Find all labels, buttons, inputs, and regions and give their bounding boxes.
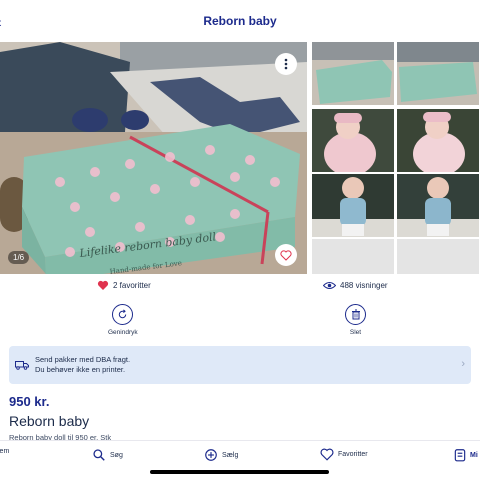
box-photo-illustration: Lifelike reborn baby doll Hand-made for … xyxy=(0,42,307,274)
trash-icon xyxy=(351,309,360,320)
listing-title: Reborn baby xyxy=(9,413,90,429)
thumbnail-photo[interactable] xyxy=(397,109,479,172)
thumbnail-photo[interactable] xyxy=(312,174,394,237)
delete-circle xyxy=(345,304,366,325)
top-bar: ‹ Reborn baby xyxy=(0,0,480,42)
nav-home[interactable]: jem xyxy=(0,448,9,455)
repost-circle xyxy=(112,304,134,325)
heart-filled-icon xyxy=(97,280,109,290)
favorite-button[interactable] xyxy=(275,244,297,266)
views-stat: 488 visninger xyxy=(323,281,388,290)
thumbnail-photo[interactable] xyxy=(312,42,394,105)
listing-screen: ‹ Reborn baby xyxy=(0,0,480,480)
thumbnail-placeholder xyxy=(397,239,479,274)
eye-icon xyxy=(323,281,336,289)
thumbnail-photo[interactable] xyxy=(397,174,479,237)
bottom-navigation: jem Søg Sælg Favoritter xyxy=(0,440,480,480)
more-options-button[interactable] xyxy=(275,53,297,75)
delete-label: Slet xyxy=(349,329,362,336)
heart-outline-icon xyxy=(320,448,334,461)
photo-gallery: Lifelike reborn baby doll Hand-made for … xyxy=(0,42,480,274)
truck-icon xyxy=(15,361,29,370)
listing-description: Reborn baby doll til 950 er. Stk xyxy=(9,433,112,440)
nav-sell[interactable]: Sælg xyxy=(204,448,238,462)
delete-button[interactable]: Slet xyxy=(345,304,366,336)
nav-favorites-label: Favoritter xyxy=(338,451,368,458)
main-photo[interactable]: Lifelike reborn baby doll Hand-made for … xyxy=(0,42,307,274)
nav-sell-label: Sælg xyxy=(222,451,239,459)
nav-my-label: Mi xyxy=(470,451,478,459)
shipping-line-1: Send pakker med DBA fragt. xyxy=(35,355,131,364)
search-icon xyxy=(93,449,105,461)
photo-counter: 1/6 xyxy=(8,251,30,264)
shipping-banner-text: Send pakker med DBA fragt. Du behøver ik… xyxy=(35,355,130,375)
refresh-icon xyxy=(119,309,127,319)
favorites-stat: 2 favoritter xyxy=(97,280,151,291)
add-circle-icon xyxy=(205,449,217,461)
nav-my[interactable]: Mi xyxy=(454,448,478,462)
nav-home-label: jem xyxy=(0,448,10,455)
nav-search-label: Søg xyxy=(110,451,123,459)
repost-label: Genindryk xyxy=(108,329,138,336)
views-count: 488 visninger xyxy=(340,280,388,290)
page-title: Reborn baby xyxy=(203,14,277,28)
profile-icon xyxy=(454,449,466,462)
thumbnail-placeholder xyxy=(312,239,394,274)
shipping-line-2: Du behøver ikke en printer. xyxy=(35,365,126,374)
nav-search[interactable]: Søg xyxy=(92,448,123,462)
chevron-right-icon: › xyxy=(461,358,465,370)
listing-price: 950 kr. xyxy=(9,394,50,409)
more-vertical-icon xyxy=(284,58,288,70)
nav-favorites[interactable]: Favoritter xyxy=(320,448,368,461)
home-indicator xyxy=(150,470,329,474)
back-chevron-icon[interactable]: ‹ xyxy=(0,14,2,30)
thumbnail-photo[interactable] xyxy=(312,109,394,172)
favorites-count: 2 favoritter xyxy=(113,280,151,290)
listing-stats: 2 favoritter 488 visninger xyxy=(0,274,480,296)
heart-outline-icon xyxy=(280,249,292,261)
repost-button[interactable]: Genindryk xyxy=(108,304,138,336)
thumbnail-photo[interactable] xyxy=(397,42,479,105)
shipping-banner[interactable]: Send pakker med DBA fragt. Du behøver ik… xyxy=(9,346,471,384)
